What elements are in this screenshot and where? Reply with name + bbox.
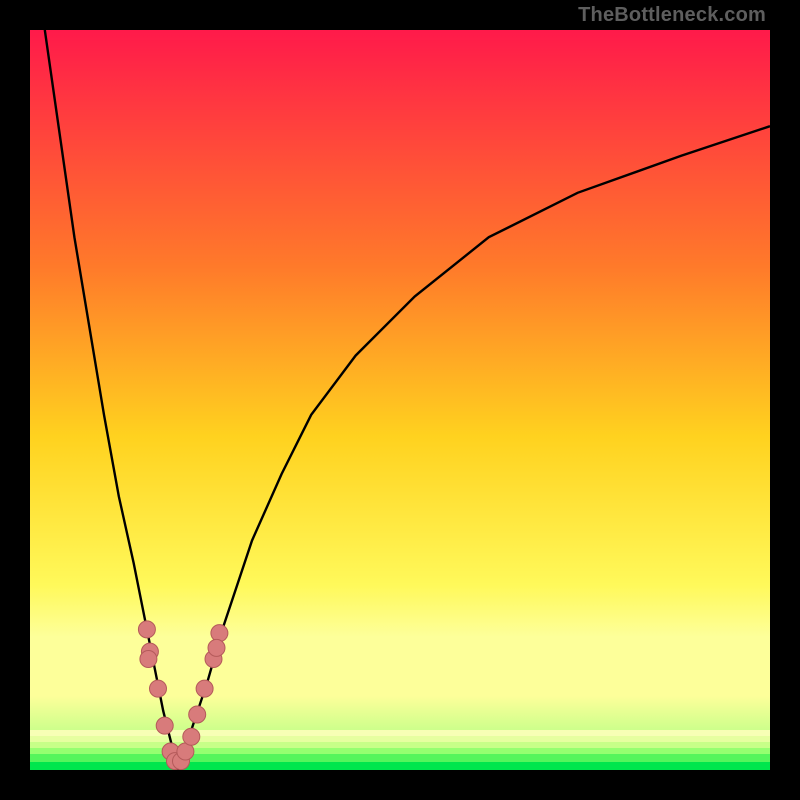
curve-right-branch [178,126,770,770]
data-dot [138,621,155,638]
chart-frame: TheBottleneck.com [0,0,800,800]
data-dots [138,621,228,770]
data-dot [150,680,167,697]
data-dot [208,639,225,656]
data-dot [156,717,173,734]
data-dot [140,651,157,668]
data-dot [211,625,228,642]
plot-area [30,30,770,770]
curve-layer [30,30,770,770]
watermark-text: TheBottleneck.com [578,4,766,27]
data-dot [183,728,200,745]
curve-left-branch [45,30,178,770]
data-dot [189,706,206,723]
data-dot [196,680,213,697]
